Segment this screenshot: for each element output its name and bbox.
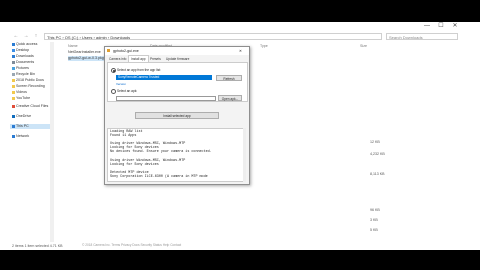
forward-button[interactable]: →: [22, 32, 30, 41]
nav-item-youtube[interactable]: YouTube: [12, 96, 30, 101]
download-icon: [12, 54, 15, 58]
radio-app-list-label: Select an app from the app list:: [117, 68, 161, 72]
dialog-title: gphoto2-gui.exe: [113, 49, 139, 53]
nav-item-recycle-bin[interactable]: Recycle Bin: [12, 72, 35, 77]
navigation-pane: Quick access Desktop Downloads Documents…: [10, 42, 50, 242]
file-size: 3 KB: [370, 218, 378, 222]
radio-apk-label: Select an apk:: [117, 89, 138, 93]
tab-install-app[interactable]: Install app: [128, 55, 149, 62]
nav-item-creative-cloud[interactable]: Creative Cloud Files: [12, 104, 48, 109]
desktop-icon: [12, 48, 15, 52]
search-input[interactable]: Search Downloads: [386, 33, 458, 40]
dialog-close-button[interactable]: ✕: [239, 47, 242, 55]
cloud-icon: [12, 114, 15, 118]
navigation-scrollbar[interactable]: [50, 42, 54, 242]
address-bar[interactable]: This PC › OS (C:) › Users › admin › Down…: [44, 33, 382, 40]
star-icon: [12, 42, 15, 46]
log-output: Loading RAW list Found 11 Apps Using dri…: [107, 128, 246, 182]
apk-path-input[interactable]: [116, 96, 216, 101]
file-size: 5 KB: [370, 228, 378, 232]
radio-app-list[interactable]: [111, 68, 116, 73]
file-size: 96 KB: [370, 208, 380, 212]
column-type[interactable]: Type: [260, 44, 268, 48]
up-button[interactable]: ↑: [32, 32, 40, 41]
picture-icon: [12, 66, 15, 70]
nav-item-pictures[interactable]: Pictures: [12, 66, 29, 71]
app-icon: [107, 49, 110, 52]
nav-item-onedrive[interactable]: OneDrive: [12, 114, 31, 119]
letterbox-top: [0, 0, 480, 22]
file-size: 12 KB: [370, 140, 380, 144]
open-apk-button[interactable]: Open apk...: [218, 95, 242, 101]
dialog-titlebar: gphoto2-gui.exe ✕: [105, 47, 249, 55]
explorer-titlebar: — ☐ ✕: [10, 22, 462, 31]
maximize-button[interactable]: ☐: [434, 22, 448, 31]
file-size: 8,113 KB: [370, 172, 385, 176]
folder-icon: [12, 84, 15, 88]
column-size[interactable]: Size: [360, 44, 367, 48]
minimize-button[interactable]: —: [420, 22, 434, 31]
status-bar: 2 items 1 item selected 4.71 KB: [12, 244, 63, 248]
column-name[interactable]: Name: [68, 44, 78, 48]
back-button[interactable]: ←: [12, 32, 20, 41]
install-app-panel: Select an app from the app list: SonyRem…: [107, 62, 248, 102]
letterbox-bottom: [0, 250, 480, 270]
recycle-bin-icon: [12, 72, 15, 76]
network-icon: [12, 134, 15, 138]
folder-icon: [12, 96, 15, 100]
address-row: ← → ↑ This PC › OS (C:) › Users › admin …: [10, 32, 462, 41]
nav-item-public-docs[interactable]: 2018 Public Docs: [12, 78, 44, 83]
nav-item-documents[interactable]: Documents: [12, 60, 34, 65]
version-label: Version: [116, 82, 127, 86]
gphoto-dialog: gphoto2-gui.exe ✕ Camera info Install ap…: [104, 46, 250, 185]
file-size: 4,232 KB: [370, 152, 385, 156]
nav-item-screen-recording[interactable]: Screen Recording: [12, 84, 45, 89]
folder-icon: [12, 90, 15, 94]
close-button[interactable]: ✕: [448, 22, 462, 31]
document-icon: [12, 60, 15, 64]
radio-apk[interactable]: [111, 89, 116, 94]
nav-item-desktop[interactable]: Desktop: [12, 48, 29, 53]
nav-item-videos[interactable]: Videos: [12, 90, 27, 95]
nav-item-downloads[interactable]: Downloads: [12, 54, 34, 59]
computer-icon: [12, 124, 15, 128]
nav-item-this-pc[interactable]: This PC: [10, 124, 50, 129]
nav-item-network[interactable]: Network: [12, 134, 29, 139]
cloud-icon: [12, 104, 15, 108]
log-scrollbar[interactable]: [243, 128, 246, 182]
page-footer: © 2018 Camera Inc. Terms Privacy Docs Se…: [82, 243, 182, 247]
nav-item-quick-access[interactable]: Quick access: [12, 42, 37, 47]
install-selected-app-button[interactable]: Install selected app: [135, 112, 219, 119]
app-list-select[interactable]: SonyRemoteCamera Trusted: [116, 75, 212, 80]
refresh-button[interactable]: Refresh: [216, 75, 242, 81]
folder-icon: [12, 78, 15, 82]
